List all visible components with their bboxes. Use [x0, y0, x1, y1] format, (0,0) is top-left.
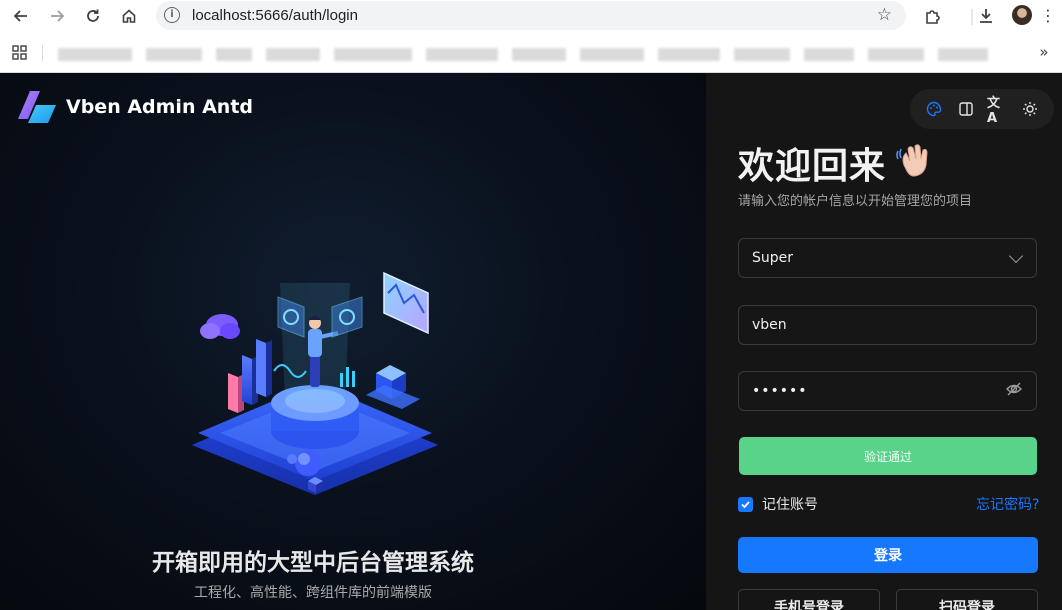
password-input[interactable]: •••••• — [738, 371, 1037, 411]
site-info-icon[interactable]: i — [164, 7, 180, 23]
bookmark-item[interactable] — [734, 48, 790, 61]
layout-panel-icon[interactable] — [955, 98, 977, 120]
palette-icon[interactable] — [923, 98, 945, 120]
browser-chrome: i localhost:5666/auth/login ☆ | ⋮ » — [0, 0, 1062, 73]
qrcode-login-button[interactable]: 扫码登录 — [896, 589, 1038, 610]
profile-avatar[interactable] — [1012, 5, 1032, 25]
phone-login-button[interactable]: 手机号登录 — [738, 589, 880, 610]
bookmark-item[interactable] — [266, 48, 320, 61]
forgot-password-link[interactable]: 忘记密码? — [976, 494, 1039, 514]
vben-logo-icon — [18, 91, 56, 123]
remember-account[interactable]: 记住账号 — [738, 494, 818, 514]
star-icon[interactable]: ☆ — [877, 5, 892, 25]
back-arrow-icon[interactable] — [9, 4, 33, 28]
sun-icon[interactable] — [1019, 98, 1041, 120]
chevron-down-icon — [1008, 248, 1024, 263]
bookmark-item[interactable] — [938, 48, 988, 61]
bookmark-item[interactable] — [334, 48, 412, 61]
slider-verify-success[interactable]: 验证通过 — [739, 437, 1037, 475]
address-bar[interactable]: i localhost:5666/auth/login ☆ — [156, 1, 906, 30]
login-button[interactable]: 登录 — [738, 537, 1038, 573]
reload-icon[interactable] — [81, 4, 105, 28]
browser-toolbar: i localhost:5666/auth/login ☆ | ⋮ — [0, 0, 1062, 32]
hero-subtitle: 工程化、高性能、跨组件库的前端模版 — [194, 585, 432, 601]
url-text[interactable]: localhost:5666/auth/login — [192, 7, 358, 24]
brand-name: Vben Admin Antd — [66, 96, 254, 118]
bookmark-item[interactable] — [146, 48, 202, 61]
kebab-menu-icon[interactable]: ⋮ — [1036, 4, 1060, 28]
preferences-toolbox: 文A — [910, 89, 1054, 129]
welcome-subtitle: 请输入您的帐户信息以开始管理您的项目 — [738, 194, 973, 209]
home-icon[interactable] — [117, 4, 141, 28]
bookmarks-bar: » — [0, 39, 1062, 67]
hero-illustration — [192, 271, 438, 495]
password-mask: •••••• — [752, 383, 808, 399]
download-icon[interactable] — [974, 4, 998, 28]
bookmarks-divider — [42, 45, 43, 61]
remember-label: 记住账号 — [762, 497, 818, 513]
eye-off-icon[interactable] — [1005, 380, 1023, 402]
hero-title: 开箱即用的大型中后台管理系统 — [152, 550, 474, 576]
bookmark-item[interactable] — [580, 48, 644, 61]
account-select-value: Super — [752, 250, 794, 266]
puzzle-icon[interactable] — [921, 4, 945, 28]
username-value: vben — [752, 317, 787, 333]
bookmark-item[interactable] — [868, 48, 924, 61]
bookmark-item[interactable] — [658, 48, 720, 61]
apps-grid-icon[interactable] — [7, 40, 31, 64]
bookmark-item[interactable] — [216, 48, 252, 61]
username-input[interactable]: vben — [738, 305, 1037, 345]
double-chevron-icon[interactable]: » — [1032, 40, 1056, 64]
left-showcase-pane: Vben Admin Antd 开箱即用的大型中后台管理系统 工程化、高性能、跨… — [0, 73, 706, 610]
welcome-heading: 欢迎回来 — [738, 146, 887, 187]
bookmark-item[interactable] — [58, 48, 132, 61]
translate-icon[interactable]: 文A — [987, 96, 1009, 126]
bookmark-item[interactable] — [804, 48, 854, 61]
bookmark-item[interactable] — [426, 48, 498, 61]
bookmark-item[interactable] — [512, 48, 566, 61]
waving-hand-icon — [896, 144, 928, 177]
account-select[interactable]: Super — [738, 238, 1037, 278]
brand[interactable]: Vben Admin Antd — [16, 89, 253, 125]
forward-arrow-icon[interactable] — [45, 4, 69, 28]
remember-checkbox[interactable] — [738, 496, 753, 512]
